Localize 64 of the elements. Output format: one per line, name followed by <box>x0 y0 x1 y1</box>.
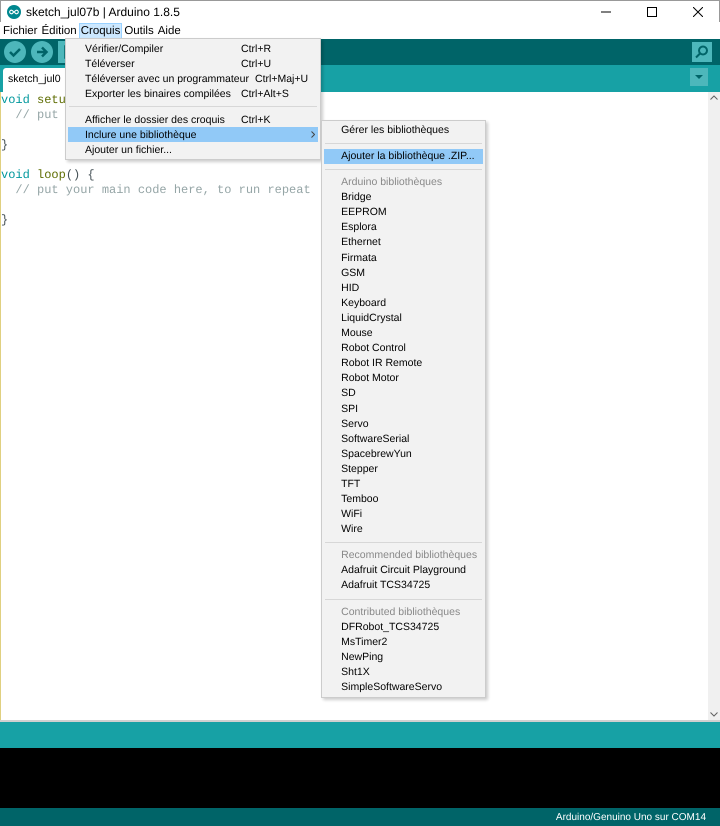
menu-item[interactable]: Adafruit Circuit Playground <box>324 563 483 578</box>
menu-item[interactable]: Esplora <box>324 220 483 236</box>
scroll-up-icon[interactable] <box>710 95 718 100</box>
menu-item[interactable]: Gérer les bibliothèques <box>324 123 483 138</box>
menu-item[interactable]: LiquidCrystal <box>324 310 483 326</box>
menu-item[interactable]: Temboo <box>324 492 483 508</box>
menu-item[interactable]: SimpleSoftwareServo <box>324 680 483 695</box>
section-header: Contributed bibliothèques <box>341 606 460 618</box>
menu-item[interactable]: EEPROM <box>324 205 483 220</box>
menu-item[interactable]: SD <box>324 386 483 402</box>
menu-item[interactable]: Robot Control <box>324 341 483 356</box>
menu-item[interactable]: Ajouter un fichier... <box>68 142 318 157</box>
menu-item[interactable]: Croquis <box>78 22 122 38</box>
window-title: sketch_jul07b | Arduino 1.8.5 <box>26 4 180 18</box>
scrollbar[interactable] <box>708 92 720 720</box>
code-line: // put <box>14 108 59 122</box>
menu-item[interactable]: Aide <box>156 22 183 38</box>
infinity-logo-icon <box>7 4 21 18</box>
menu-item[interactable]: Afficher le dossier des croquis Ctrl+K <box>68 112 318 127</box>
code-line: void setu <box>1 93 66 107</box>
code-line: // put your main code here, to run repeat <box>14 183 311 197</box>
scroll-down-icon[interactable] <box>710 712 718 717</box>
menu-item[interactable]: Outils <box>122 22 156 38</box>
dropdown-icon[interactable] <box>690 68 708 86</box>
close-icon[interactable] <box>693 6 703 16</box>
menu-item[interactable]: Wire <box>324 522 483 538</box>
menu-item[interactable]: Robot IR Remote <box>324 356 483 372</box>
menu-item[interactable]: Keyboard <box>324 296 483 311</box>
menu-item[interactable]: Stepper <box>324 462 483 477</box>
menu-item[interactable]: Bridge <box>324 190 483 206</box>
menu-item[interactable]: Téléverser avec un programmateur Ctrl+Maj+U <box>68 71 318 86</box>
code-line: } <box>1 138 8 152</box>
magnifier-icon[interactable] <box>692 42 712 62</box>
menu-item[interactable]: Servo <box>324 416 483 432</box>
code-line: void loop() { <box>1 168 95 182</box>
menu-item[interactable]: Ajouter la bibliothèque .ZIP... <box>324 149 483 164</box>
maximize-icon[interactable] <box>647 6 657 16</box>
menu-item[interactable]: Adafruit TCS34725 <box>324 578 483 594</box>
menu-item[interactable]: SoftwareSerial <box>324 432 483 447</box>
menu-item[interactable]: Ethernet <box>324 235 483 251</box>
checkmark-icon[interactable] <box>4 41 26 63</box>
menu-item[interactable]: GSM <box>324 266 483 281</box>
menu-item[interactable]: Inclure une bibliothèque <box>68 127 318 142</box>
menu-item[interactable]: Exporter les binaires compilées Ctrl+Alt+S <box>68 86 318 101</box>
menu-item[interactable]: HID <box>324 280 483 296</box>
menu-item[interactable]: Sht1X <box>324 664 483 680</box>
menu-item[interactable]: Édition <box>40 22 79 38</box>
arrow-right-icon[interactable] <box>31 41 53 63</box>
menu-item[interactable]: MsTimer2 <box>324 634 483 650</box>
menu-item[interactable]: NewPing <box>324 650 483 665</box>
menu-item[interactable]: Robot Motor <box>324 371 483 386</box>
code-line: } <box>1 213 8 227</box>
menu-item[interactable]: SpacebrewYun <box>324 446 483 462</box>
menu-item[interactable]: Téléverser Ctrl+U <box>68 56 318 71</box>
menu-item[interactable]: Fichier <box>1 22 40 38</box>
menu-item[interactable]: SPI <box>324 402 483 417</box>
menu-item[interactable]: TFT <box>324 476 483 492</box>
menu-item[interactable]: WiFi <box>324 507 483 522</box>
section-header: Recommended bibliothèques <box>341 549 478 562</box>
menu-item[interactable]: Firmata <box>324 250 483 266</box>
section-header: Arduino bibliothèques <box>341 176 442 188</box>
menu-item[interactable]: DFRobot_TCS34725 <box>324 620 483 635</box>
board-port-label: Arduino/Genuino Uno sur COM14 <box>556 812 706 822</box>
menu-item[interactable]: Mouse <box>324 326 483 342</box>
